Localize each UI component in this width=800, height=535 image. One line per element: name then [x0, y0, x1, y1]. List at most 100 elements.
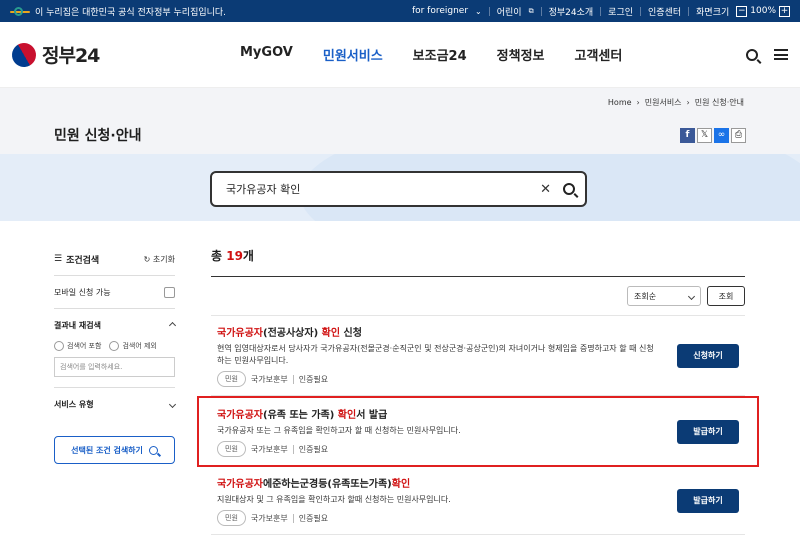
- radio-include-label: 검색어 포함: [67, 342, 102, 350]
- screen-size-label: 화면크기: [696, 7, 730, 18]
- breadcrumb-civil-service[interactable]: 민원서비스: [645, 97, 682, 108]
- refresh-icon: ↻: [143, 254, 151, 264]
- issue-button[interactable]: 발급하기: [677, 419, 739, 444]
- sort-select[interactable]: 조회순: [627, 286, 701, 306]
- site-header: 정부24 MyGOV 민원서비스 보조금24 정책정보 고객센터: [0, 22, 800, 88]
- chevron-right-icon: ›: [636, 97, 640, 107]
- title-highlight: 국가유공자: [217, 328, 263, 339]
- search-icon[interactable]: [563, 183, 575, 195]
- search-input[interactable]: [226, 182, 541, 196]
- title-highlight: 확인: [391, 479, 411, 490]
- page-title: 민원 신청·안내: [54, 128, 142, 144]
- main-nav: MyGOV 민원서비스 보조금24 정책정보 고객센터: [240, 45, 622, 64]
- menu-icon[interactable]: [774, 49, 788, 60]
- share-tools: f 𝕏 ∞ ⎙: [680, 127, 746, 143]
- link-copy-icon[interactable]: ∞: [714, 127, 729, 143]
- clear-icon[interactable]: ✕: [540, 182, 551, 197]
- radio-exclude[interactable]: 검색어 제외: [109, 341, 157, 351]
- external-link-icon: ⧉: [528, 6, 534, 15]
- apply-button[interactable]: 신청하기: [677, 343, 739, 368]
- result-title[interactable]: 국가유공자(유족 또는 가족) 확인서 발급: [217, 406, 677, 421]
- breadcrumb-current: 민원 신청·안내: [694, 97, 744, 107]
- total-suffix: 개: [242, 249, 254, 263]
- reset-button[interactable]: ↻ 초기화: [144, 254, 175, 265]
- org-label: 국가보훈부: [250, 444, 288, 454]
- zoom-level: 100%: [750, 6, 776, 16]
- total-prefix: 총: [211, 249, 227, 263]
- filter-title: ☰ 조건검색: [54, 253, 99, 266]
- search-icon: [148, 445, 158, 455]
- results-total: 총 19개: [211, 247, 745, 277]
- top-bar: 이 누리집은 대한민국 공식 전자정부 누리집입니다. for foreigne…: [0, 0, 800, 22]
- search-hero: ✕: [0, 154, 800, 221]
- research-label: 결과내 재검색: [54, 320, 101, 330]
- mobile-checkbox[interactable]: [164, 286, 175, 298]
- nav-civil-service[interactable]: 민원서비스: [323, 45, 383, 64]
- facebook-icon[interactable]: f: [680, 127, 695, 143]
- org-label: 국가보훈부: [250, 374, 288, 384]
- result-description: 지원대상자 및 그 유족임을 확인하고자 할때 신청하는 민원사무입니다.: [217, 495, 451, 504]
- sliders-icon: ☰: [54, 254, 63, 264]
- nav-subsidy[interactable]: 보조금24: [413, 45, 467, 64]
- divider: [688, 6, 690, 16]
- breadcrumb-home[interactable]: Home: [608, 98, 632, 107]
- service-type-label: 서비스 유형: [54, 399, 94, 409]
- apply-filter-button[interactable]: 선택된 조건 검색하기: [54, 436, 175, 464]
- auth-label: 인증필요: [298, 444, 329, 454]
- about-link[interactable]: 정부24소개: [549, 5, 594, 18]
- for-foreigner-link[interactable]: for foreigner: [412, 6, 468, 16]
- issue-button[interactable]: 발급하기: [677, 488, 739, 513]
- nav-customer-center[interactable]: 고객센터: [575, 45, 623, 64]
- gov-notice-text: 이 누리집은 대한민국 공식 전자정부 누리집입니다.: [35, 7, 227, 18]
- sort-bar: 조회순 조회: [211, 277, 745, 316]
- chevron-down-icon[interactable]: [168, 400, 177, 408]
- search-box: ✕: [210, 171, 587, 207]
- result-description: 국가유공자 또는 그 유족임을 확인하고자 할 때 신청하는 민원사무입니다.: [217, 426, 461, 435]
- title-text: (전공사상자): [263, 328, 322, 339]
- auth-label: 인증필요: [298, 374, 329, 384]
- divider: [640, 6, 642, 16]
- site-logo[interactable]: 정부24: [7, 38, 212, 71]
- title-text: 신청: [340, 328, 362, 339]
- divider: [488, 6, 490, 16]
- title-highlight: 국가유공자: [217, 479, 263, 490]
- page-header: 민원 신청·안내 f 𝕏 ∞ ⎙: [0, 116, 800, 154]
- org-label: 국가보훈부: [250, 513, 288, 523]
- logo-text: 정부24: [42, 45, 100, 67]
- result-title[interactable]: 국가유공자(전공사상자) 확인 신청: [217, 324, 677, 339]
- divider: [600, 6, 602, 16]
- type-badge: 민원: [217, 371, 246, 387]
- title-text: (유족 또는 가족): [263, 410, 338, 421]
- auth-center-link[interactable]: 인증센터: [648, 5, 681, 18]
- apply-filter-label: 선택된 조건 검색하기: [71, 445, 143, 455]
- x-twitter-icon[interactable]: 𝕏: [697, 127, 712, 143]
- research-input[interactable]: 검색어를 입력하세요.: [54, 357, 175, 377]
- e-government-logo-icon: [10, 6, 30, 16]
- reset-label: 초기화: [152, 254, 175, 264]
- type-badge: 민원: [217, 510, 246, 526]
- kids-link[interactable]: 어린이: [497, 5, 522, 18]
- zoom-out-button[interactable]: −: [736, 5, 748, 17]
- total-count: 19: [226, 249, 243, 263]
- chevron-down-icon: ⌄: [475, 6, 482, 16]
- result-item: 국가유공자(전공사상자) 확인 신청 현역 입영대상자로서 당사자가 국가유공자…: [211, 316, 745, 396]
- sort-button[interactable]: 조회: [707, 286, 745, 306]
- search-icon[interactable]: [746, 48, 758, 61]
- auth-label: 인증필요: [298, 513, 329, 523]
- results-panel: 총 19개 조회순 조회 국가유공자(전공사상자) 확인 신청 현역 입영대상자…: [197, 221, 759, 535]
- nav-mygov[interactable]: MyGOV: [240, 45, 293, 64]
- result-description: 현역 입영대상자로서 당사자가 국가유공자(전몰군경·순직군인 및 전상군경·공…: [217, 344, 654, 365]
- radio-include[interactable]: 검색어 포함: [54, 341, 101, 351]
- mobile-filter-label: 모바일 신청 가능: [54, 287, 111, 297]
- result-title[interactable]: 국가유공자에준하는군경등(유족또는가족)확인: [217, 475, 677, 490]
- sort-value: 조회순: [634, 291, 657, 301]
- chevron-up-icon[interactable]: [168, 321, 177, 329]
- login-link[interactable]: 로그인: [608, 5, 633, 18]
- radio-exclude-label: 검색어 제외: [122, 342, 157, 350]
- print-icon[interactable]: ⎙: [731, 127, 746, 143]
- chevron-down-icon: [687, 292, 696, 300]
- breadcrumb: Home › 민원서비스 › 민원 신청·안내: [0, 88, 800, 116]
- type-badge: 민원: [217, 441, 246, 457]
- zoom-in-button[interactable]: +: [779, 5, 790, 17]
- nav-policy[interactable]: 정책정보: [497, 45, 545, 64]
